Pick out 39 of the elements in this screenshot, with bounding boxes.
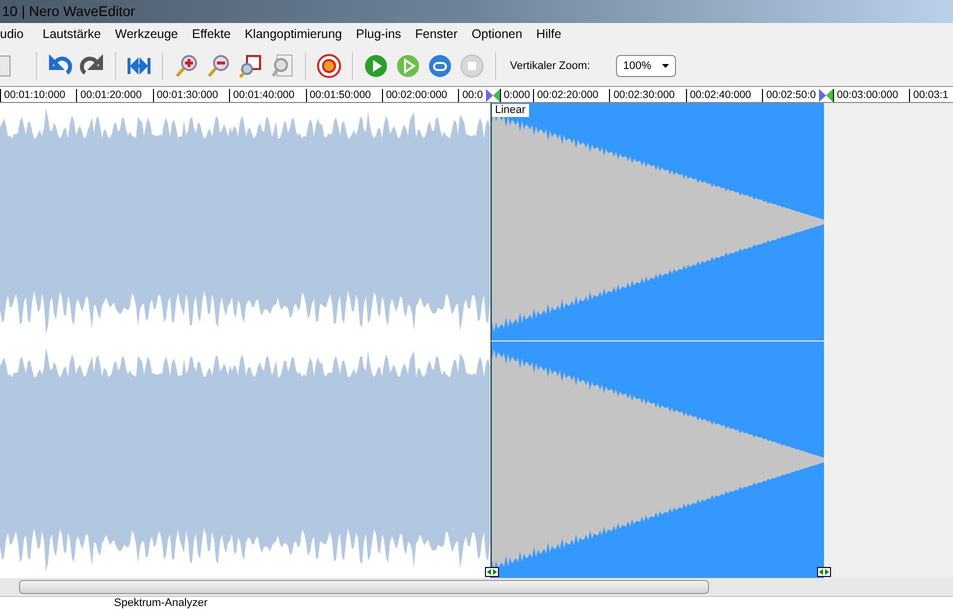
handle-icon[interactable]: [485, 567, 499, 577]
zoom-out-icon[interactable]: [205, 53, 231, 79]
time-label: 00:02:40:000: [686, 89, 762, 102]
menu-item[interactable]: Lautstärke: [36, 25, 108, 44]
menu-item[interactable]: Effekte: [185, 25, 238, 44]
fade-curve-label: Linear: [492, 104, 529, 117]
zoom-dropdown[interactable]: 100%: [616, 55, 676, 77]
time-label: 00:03:1: [909, 89, 952, 102]
time-label: 00:02:20:000: [533, 89, 610, 102]
record-icon[interactable]: [316, 53, 342, 79]
menu-item[interactable]: Klangoptimierung: [238, 25, 349, 44]
time-label: 00:01:20:000: [76, 89, 153, 102]
time-label: 00:01:50:000: [306, 89, 382, 102]
loop-icon[interactable]: [427, 53, 453, 79]
handle-icon[interactable]: [817, 567, 831, 577]
time-label: 00:02:00:000: [382, 89, 458, 102]
caret-icon: [662, 64, 670, 68]
menu-item[interactable]: Werkzeuge: [108, 25, 186, 44]
zoom-page-icon[interactable]: [269, 53, 295, 79]
time-label: 00:02:30:000: [609, 89, 686, 102]
window-title: 10 | Nero WaveEditor: [1, 2, 136, 21]
menu-item[interactable]: Plug-ins: [349, 25, 408, 44]
selection-marker-icon[interactable]: [486, 89, 500, 102]
zoom-label: Vertikaler Zoom:: [510, 58, 590, 74]
menu-item[interactable]: Fenster: [408, 25, 465, 44]
scrollbar-thumb[interactable]: [19, 580, 709, 594]
selection-marker-icon[interactable]: [818, 89, 833, 102]
zoom-in-icon[interactable]: [173, 53, 199, 79]
time-label: 0:000: [500, 89, 534, 102]
play-icon[interactable]: [363, 53, 389, 79]
time-label: 00:01:30:000: [152, 89, 230, 102]
menu-item[interactable]: Hilfe: [529, 25, 568, 44]
menu-item[interactable]: Optionen: [464, 25, 530, 44]
time-label: 00:01:40:000: [229, 89, 306, 102]
time-label: 00:01:10:000: [0, 89, 76, 102]
menu-item[interactable]: udio: [0, 25, 36, 44]
zoom-selection-icon[interactable]: [237, 53, 263, 79]
play-selection-icon[interactable]: [395, 53, 421, 79]
time-label: 00:03:00:000: [832, 89, 910, 102]
